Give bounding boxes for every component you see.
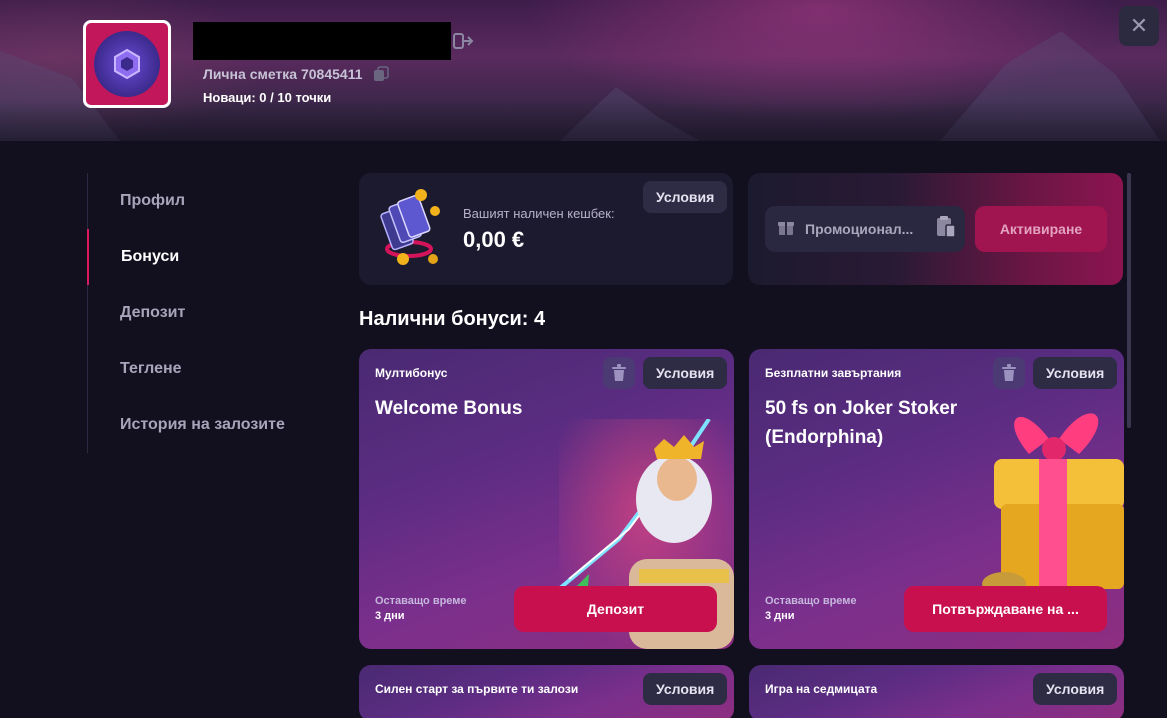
bonus-type: Игра на седмицата [765,682,878,696]
close-icon: ✕ [1129,13,1149,38]
bonus-type: Силен старт за първите ти залози [375,682,579,696]
account-number: Лична сметка 70845411 [203,66,363,82]
trash-icon [612,364,626,381]
promo-code-placeholder: Промоционал... [805,221,914,237]
sidebar-item-bet-history[interactable]: История на залозите [88,397,318,453]
bonus-card-game-of-week: Игра на седмицата Условия [749,665,1124,718]
logout-icon[interactable] [452,30,474,52]
cashback-card: Вашият наличен кешбек: 0,00 € Условия [359,173,733,285]
sidebar-item-deposit[interactable]: Депозит [88,285,318,341]
deposit-button[interactable]: Депозит [514,586,717,632]
sidebar-item-withdraw[interactable]: Теглене [88,341,318,397]
paste-icon[interactable] [935,215,957,244]
activate-button[interactable]: Активиране [975,206,1107,252]
profile-header [0,0,1167,141]
cashback-label: Вашият наличен кешбек: [463,206,615,221]
copy-icon[interactable] [372,66,392,82]
avatar-badge-icon [94,31,160,97]
cashback-terms-button[interactable]: Условия [643,181,728,213]
bonus-card-strong-start: Силен старт за първите ти залози Условия [359,665,734,718]
sidebar-item-profile[interactable]: Профил [88,173,318,229]
bonus-terms-button[interactable]: Условия [643,357,728,389]
bonus-card-free-spins: Безплатни завъртания 50 fs on Joker Stok… [749,349,1124,649]
bonus-terms-button[interactable]: Условия [1033,673,1118,705]
bonus-terms-button[interactable]: Условия [1033,357,1118,389]
bonus-card-welcome: Мултибонус Welcome Bonus Условия Оставащ… [359,349,734,649]
username-redacted [193,22,451,60]
avatar[interactable] [83,20,171,108]
bonus-terms-button[interactable]: Условия [643,673,728,705]
promo-code-input[interactable]: Промоционал... [765,206,965,252]
delete-bonus-button[interactable] [993,357,1025,389]
remaining-time-label: Оставащо време [375,595,467,607]
trash-icon [1002,364,1016,381]
remaining-time-value: 3 дни [765,610,795,622]
delete-bonus-button[interactable] [603,357,635,389]
confirm-button[interactable]: Потвърждаване на ... [904,586,1107,632]
available-bonuses-title: Налични бонуси: 4 [359,308,546,330]
loyalty-points: Новаци: 0 / 10 точки [203,90,332,105]
cashback-cards-icon [373,187,449,271]
close-button[interactable]: ✕ [1119,6,1159,46]
scrollbar[interactable] [1127,173,1131,428]
sidebar-item-bonuses[interactable]: Бонуси [87,229,317,285]
bonus-title: Welcome Bonus [375,398,523,419]
remaining-time-label: Оставащо време [765,595,857,607]
sidebar: Профил Бонуси Депозит Теглене История на… [87,173,327,453]
remaining-time-value: 3 дни [375,610,405,622]
background-mountain [940,31,1160,141]
gift-icon [777,218,795,241]
promo-code-card: Промоционал... Активиране [748,173,1123,285]
bonus-title: 50 fs on Joker Stoker (Endorphina) [765,398,958,448]
bonus-type: Мултибонус [375,366,448,380]
background-mountain [560,87,700,141]
cashback-value: 0,00 € [463,227,525,252]
bonus-type: Безплатни завъртания [765,366,902,380]
